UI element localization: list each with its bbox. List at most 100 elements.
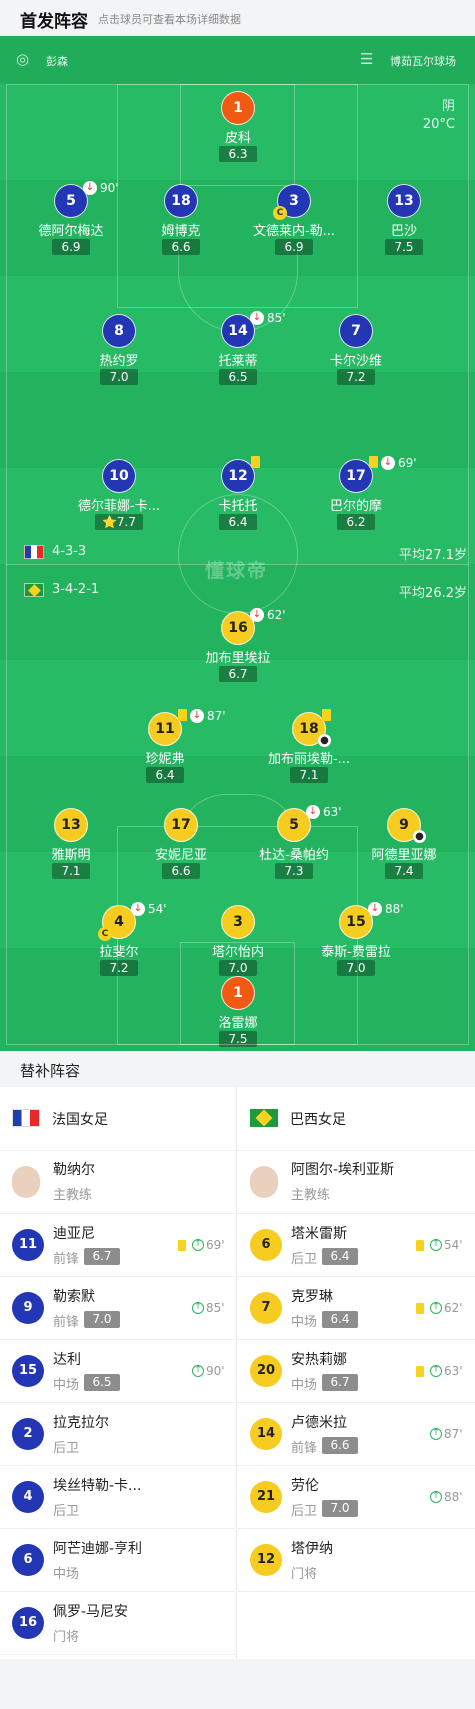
away-player[interactable]: 11 珍妮弗 6.4 ↓ 87' bbox=[110, 709, 226, 792]
coach-role: 主教练 bbox=[53, 1188, 93, 1203]
home-player[interactable]: 13 巴沙 7.5 bbox=[349, 184, 459, 264]
sub-player-row[interactable]: 14 卢德米拉 前锋 6.6 ↑ 87' bbox=[238, 1403, 475, 1466]
sub-player-rating: 7.0 bbox=[322, 1500, 358, 1517]
player-rating: 7.0 bbox=[337, 960, 375, 976]
jersey-number: 17 bbox=[339, 459, 373, 493]
away-player[interactable]: 3 塔尔怡内 7.0 bbox=[183, 905, 293, 985]
sub-on-icon: ↑ bbox=[430, 1428, 442, 1440]
sub-player-row[interactable]: 15 达利 中场 6.5 ↑ 90' bbox=[0, 1340, 237, 1403]
sub-player-name: 安热莉娜 bbox=[291, 1352, 347, 1368]
home-player[interactable]: 8 热约罗 7.0 bbox=[64, 314, 174, 394]
brazil-flag-icon bbox=[24, 583, 44, 597]
player-rating: 6.2 bbox=[337, 514, 375, 530]
sub-player-row[interactable]: 9 勒索默 前锋 7.0 ↑ 85' bbox=[0, 1277, 237, 1340]
sub-player-row[interactable]: 21 劳伦 后卫 7.0 ↑ 88' bbox=[238, 1466, 475, 1529]
sub-on-icon: ↑ bbox=[430, 1365, 442, 1377]
coach-avatar bbox=[12, 1166, 40, 1198]
jersey-number: 12 bbox=[221, 459, 255, 493]
jersey-number: 16 bbox=[12, 1607, 44, 1639]
home-player[interactable]: 17 巴尔的摩 6.2 ↓ 69' bbox=[301, 456, 417, 539]
sub-player-name: 塔伊纳 bbox=[291, 1541, 333, 1557]
away-player[interactable]: 13 雅斯明 7.1 bbox=[16, 808, 126, 888]
sub-on-icon: ↑ bbox=[430, 1491, 442, 1503]
player-name: 热约罗 bbox=[99, 354, 139, 369]
jersey-number: 13 bbox=[54, 808, 88, 842]
away-player[interactable]: 17 安妮尼亚 6.6 bbox=[126, 808, 236, 888]
player-name: 阿德里亚娜 bbox=[371, 848, 437, 863]
sub-off-time: 88' bbox=[385, 902, 404, 916]
home-player[interactable]: 3 文德莱内-勒... 6.9 C bbox=[239, 184, 349, 264]
yellow-card-icon bbox=[416, 1366, 424, 1377]
sub-player-position: 门将 bbox=[53, 1630, 80, 1645]
sub-player-row[interactable]: 2 拉克拉尔 后卫 bbox=[0, 1403, 237, 1466]
yellow-card-icon bbox=[416, 1240, 424, 1251]
player-rating: 7.2 bbox=[337, 369, 375, 385]
jersey-number: 7 bbox=[250, 1292, 282, 1324]
france-flag-icon bbox=[24, 545, 44, 559]
sub-off-icon: ↓ bbox=[190, 709, 204, 723]
home-player[interactable]: 5 德阿尔梅达 6.9 ↓ 90' bbox=[16, 181, 126, 264]
home-player[interactable]: 14 托莱蒂 6.5 ↓ 85' bbox=[183, 311, 293, 394]
subs-title: 替补阵容 bbox=[20, 1062, 81, 1080]
sub-off-icon: ↓ bbox=[250, 608, 264, 622]
away-player[interactable]: 1 洛雷娜 7.5 bbox=[183, 976, 293, 1051]
jersey-number: 13 bbox=[387, 184, 421, 218]
sub-player-row[interactable]: 20 安热莉娜 中场 6.7 ↑ 63' bbox=[238, 1340, 475, 1403]
sub-player-rating: 6.4 bbox=[322, 1311, 358, 1328]
sub-player-row[interactable]: 6 阿芒迪娜-亨利 中场 bbox=[0, 1529, 237, 1592]
player-rating: 7.3 bbox=[275, 863, 313, 879]
away-player[interactable]: 9 阿德里亚娜 7.4 ● bbox=[349, 808, 459, 888]
sub-on-time: 62' bbox=[444, 1301, 463, 1315]
captain-badge: C bbox=[98, 927, 112, 941]
sub-player-name: 迪亚尼 bbox=[53, 1226, 95, 1242]
home-average-age: 平均27.1岁 bbox=[399, 548, 467, 563]
sub-player-rating: 6.5 bbox=[84, 1374, 120, 1391]
away-formation-row: 3-4-2-1 平均26.2岁 bbox=[0, 580, 475, 602]
sub-on-time: 87' bbox=[444, 1427, 463, 1441]
sub-player-row[interactable]: 7 克罗琳 中场 6.4 ↑ 62' bbox=[238, 1277, 475, 1340]
home-player[interactable]: 10 德尔菲娜-卡... ⭐7.7 bbox=[64, 459, 174, 539]
player-name: 卡尔沙维 bbox=[329, 354, 382, 369]
away-player[interactable]: 5 杜达-桑帕约 7.3 ↓ 63' bbox=[239, 805, 349, 888]
sub-on-icon: ↑ bbox=[430, 1302, 442, 1314]
home-formation: 4-3-3 bbox=[52, 544, 87, 559]
home-player[interactable]: 7 卡尔沙维 7.2 bbox=[301, 314, 411, 394]
sub-player-row[interactable]: 12 塔伊纳 门将 bbox=[238, 1529, 475, 1592]
sub-player-position: 前锋 bbox=[53, 1252, 80, 1267]
lineup-page: { "header": {"title": "首发阵容", "subtitle"… bbox=[0, 0, 475, 1709]
away-player[interactable]: 15 泰斯-费雷拉 7.0 ↓ 88' bbox=[301, 902, 411, 985]
sub-player-row[interactable]: 6 塔米雷斯 后卫 6.4 ↑ 54' bbox=[238, 1214, 475, 1277]
sub-on-icon: ↑ bbox=[192, 1302, 204, 1314]
player-rating: 6.9 bbox=[275, 239, 313, 255]
jersey-number: 2 bbox=[12, 1418, 44, 1450]
home-player[interactable]: 1 皮科 6.3 bbox=[183, 91, 293, 171]
sub-player-row[interactable]: 16 佩罗-马尼安 门将 bbox=[0, 1592, 237, 1655]
jersey-number: 11 bbox=[148, 712, 182, 746]
sub-player-row[interactable]: 11 迪亚尼 前锋 6.7 ↑ 69' bbox=[0, 1214, 237, 1277]
away-player[interactable]: 16 加布里埃拉 6.7 ↓ 62' bbox=[183, 608, 293, 691]
away-coach[interactable]: 阿图尔-埃利亚斯 主教练 bbox=[238, 1151, 475, 1214]
sub-on-time: 69' bbox=[206, 1238, 225, 1252]
away-player[interactable]: 4 拉斐尔 7.2 ↓ 54' C bbox=[64, 902, 174, 985]
ball-icon: ● bbox=[413, 830, 426, 843]
sub-off-icon: ↓ bbox=[131, 902, 145, 916]
weather-info: 阴 20°C bbox=[423, 98, 455, 134]
away-team-header[interactable]: 巴西女足 bbox=[238, 1087, 475, 1151]
rating-value: 7.7 bbox=[116, 515, 137, 529]
sub-player-row[interactable]: 4 埃丝特勒-卡... 后卫 bbox=[0, 1466, 237, 1529]
coach-role: 主教练 bbox=[291, 1188, 331, 1203]
coach-avatar bbox=[250, 1166, 278, 1198]
sub-player-position: 后卫 bbox=[291, 1504, 318, 1519]
home-team-header[interactable]: 法国女足 bbox=[0, 1087, 237, 1151]
jersey-number: 11 bbox=[12, 1229, 44, 1261]
home-player[interactable]: 18 姆博克 6.6 bbox=[126, 184, 236, 264]
player-rating: 6.3 bbox=[219, 146, 257, 162]
player-rating: 6.6 bbox=[162, 863, 200, 879]
home-player[interactable]: 12 卡托托 6.4 bbox=[183, 456, 293, 539]
home-coach[interactable]: 勒纳尔 主教练 bbox=[0, 1151, 237, 1214]
yellow-card-icon bbox=[322, 709, 331, 721]
player-rating: 7.2 bbox=[100, 960, 138, 976]
away-player[interactable]: 18 加布丽埃勒-... 7.1 ● bbox=[254, 709, 364, 792]
sub-on-time: 85' bbox=[206, 1301, 225, 1315]
jersey-number: 12 bbox=[250, 1544, 282, 1576]
